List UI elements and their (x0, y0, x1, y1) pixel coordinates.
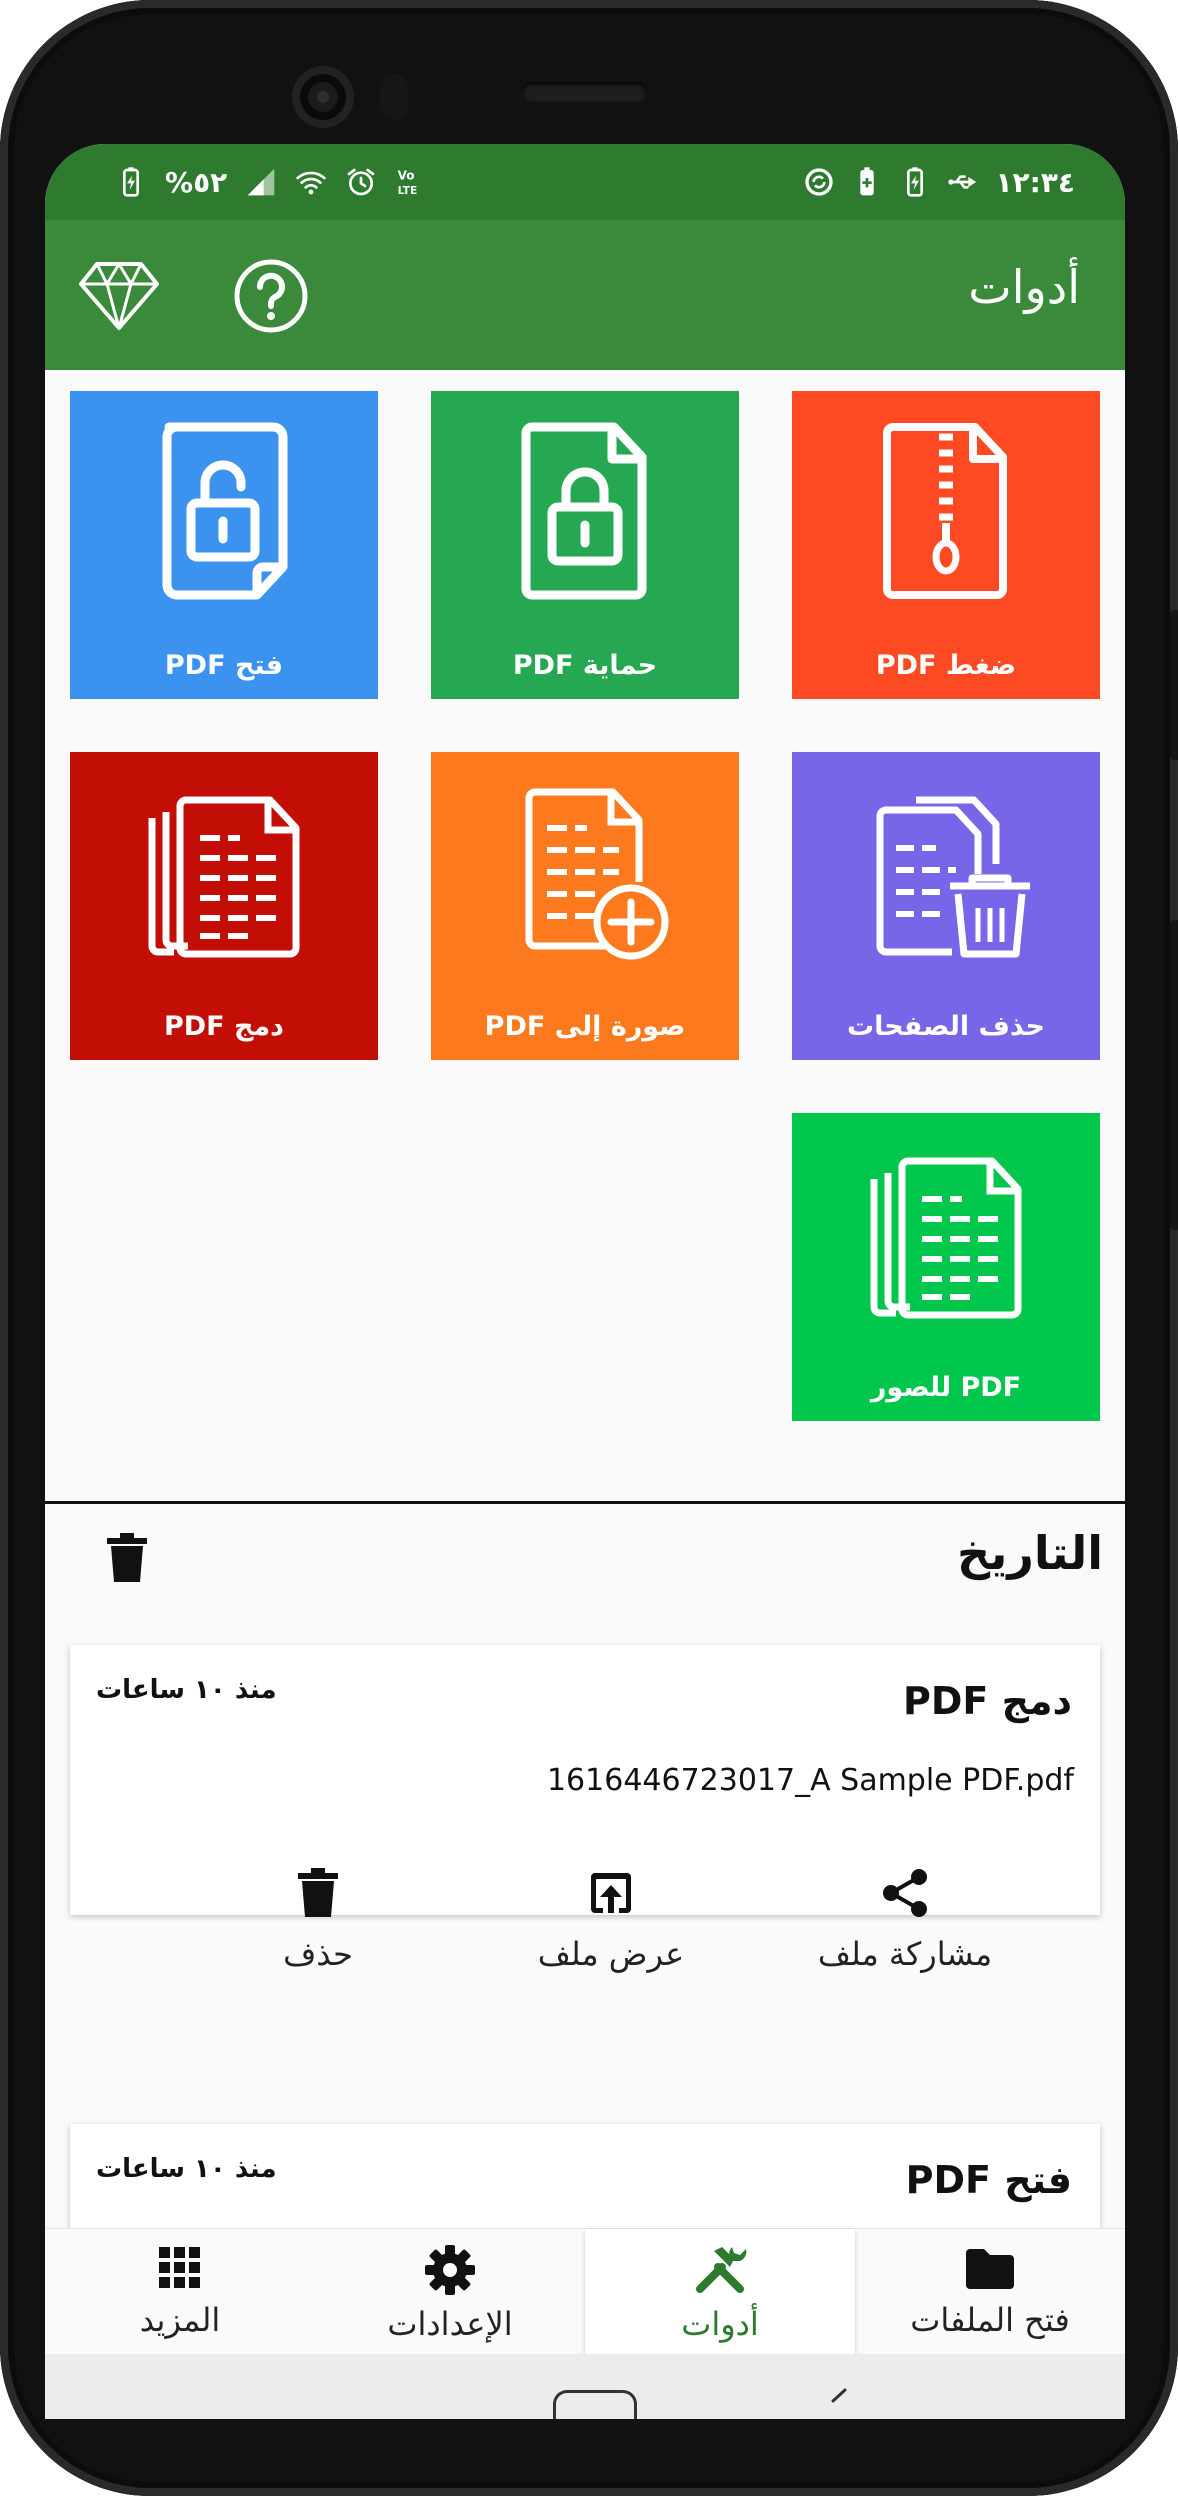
phone-frame: %٥٢ Vo LTE ١٢:٣٤ أدوات فتح PDF حماية PDF… (0, 0, 1178, 2496)
wifi-icon (296, 171, 326, 195)
status-bar-right: ١٢:٣٤ (803, 164, 1075, 200)
trash-icon (298, 1868, 338, 1917)
battery-charging-icon (123, 167, 139, 197)
system-navigation-bar (45, 2354, 1125, 2419)
folder-icon (966, 2249, 1014, 2289)
open-in-new-icon (591, 1873, 631, 1913)
tool-label: PDF للصور (870, 1372, 1022, 1403)
tool-pdf-to-images[interactable]: PDF للصور (792, 1113, 1100, 1421)
status-bar: %٥٢ Vo LTE ١٢:٣٤ (45, 144, 1125, 220)
history-card-time: منذ ١٠ ساعات (96, 2154, 277, 2184)
nav-label: المزيد (139, 2301, 221, 2339)
power-button (1170, 920, 1178, 1230)
sync-icon (805, 168, 834, 196)
home-button[interactable] (553, 2390, 637, 2419)
nav-settings[interactable]: الإعدادات (315, 2229, 585, 2355)
volume-button (1170, 610, 1178, 760)
tool-delete-pages[interactable]: حذف الصفحات (792, 752, 1100, 1060)
open-file-label: عرض ملف (537, 1935, 685, 1973)
merge-files-icon (148, 796, 300, 958)
add-file-icon (525, 788, 669, 960)
lock-file-icon (521, 422, 647, 600)
tools-icon (696, 2247, 747, 2293)
tool-protect-pdf[interactable]: حماية PDF (431, 391, 739, 699)
history-card-title: دمج PDF (902, 1679, 1072, 1723)
history-card-time: منذ ١٠ ساعات (96, 1675, 277, 1705)
battery-icon (907, 167, 924, 197)
back-chevron-icon[interactable] (825, 2386, 855, 2416)
proximity-sensor (380, 74, 408, 120)
tools-grid: فتح PDF حماية PDF ضغط PDF دمج PDF صورة إ… (45, 370, 1125, 1500)
grid-icon (159, 2247, 200, 2288)
app-bar: أدوات (45, 220, 1125, 370)
delete-pages-icon (876, 796, 1030, 958)
history-card-filename: 1616446723017_A Sample PDF.pdf (546, 1763, 1074, 1798)
nav-more[interactable]: المزيد (45, 2229, 315, 2355)
open-file-button[interactable]: عرض ملف (501, 1867, 721, 1973)
history-card: دمج PDF منذ ١٠ ساعات 1616446723017_A Sam… (70, 1645, 1100, 1973)
volte-icon: Vo LTE (398, 168, 418, 197)
delete-entry-button[interactable]: حذف (208, 1867, 428, 1973)
svg-text:LTE: LTE (398, 184, 418, 197)
page-title: أدوات (968, 260, 1080, 314)
tool-label: ضغط PDF (875, 650, 1017, 681)
history-header: التاريخ (45, 1504, 1125, 1624)
unlock-file-icon (162, 422, 288, 600)
alarm-icon (347, 168, 375, 196)
nav-label: فتح الملفات (910, 2301, 1070, 2339)
tool-image-to-pdf[interactable]: صورة إلى PDF (431, 752, 739, 1060)
battery-percent: %٥٢ (165, 165, 228, 199)
tool-unlock-pdf[interactable]: فتح PDF (70, 391, 378, 699)
history-card-title: فتح PDF (905, 2158, 1072, 2202)
nav-label: أدوات (681, 2305, 759, 2343)
tool-label: فتح PDF (164, 650, 284, 681)
tool-compress-pdf[interactable]: ضغط PDF (792, 391, 1100, 699)
history-title: التاريخ (957, 1526, 1103, 1580)
svg-text:Vo: Vo (398, 168, 415, 182)
bottom-navigation: المزيد الإعدادات أدوات فتح الملفات (45, 2228, 1125, 2355)
clock: ١٢:٣٤ (995, 165, 1075, 199)
nav-tools[interactable]: أدوات (585, 2229, 855, 2355)
help-icon[interactable] (233, 258, 309, 334)
gear-icon (425, 2245, 475, 2295)
signal-icon (247, 168, 275, 196)
share-icon (883, 1869, 927, 1917)
share-file-label: مشاركة ملف (817, 1935, 993, 1973)
clear-history-trash-icon[interactable] (105, 1532, 149, 1584)
status-bar-left: %٥٢ Vo LTE (115, 164, 427, 200)
usb-icon (948, 175, 977, 189)
delete-entry-label: حذف (283, 1935, 353, 1973)
tool-label: دمج PDF (163, 1011, 285, 1042)
diamond-premium-icon[interactable] (75, 248, 163, 336)
tool-label: حذف الصفحات (847, 1011, 1045, 1042)
front-camera (292, 66, 354, 128)
tool-label: صورة إلى PDF (484, 1011, 686, 1042)
screen: %٥٢ Vo LTE ١٢:٣٤ أدوات فتح PDF حماية PDF… (45, 144, 1125, 2419)
files-stack-icon (870, 1157, 1022, 1319)
nav-open-files[interactable]: فتح الملفات (855, 2229, 1125, 2355)
zip-file-icon (883, 423, 1007, 599)
battery-saver-icon (860, 167, 875, 196)
tool-merge-pdf[interactable]: دمج PDF (70, 752, 378, 1060)
tool-label: حماية PDF (512, 650, 658, 681)
nav-label: الإعدادات (387, 2305, 513, 2343)
earpiece-speaker (522, 82, 647, 102)
share-file-button[interactable]: مشاركة ملف (795, 1867, 1015, 1973)
